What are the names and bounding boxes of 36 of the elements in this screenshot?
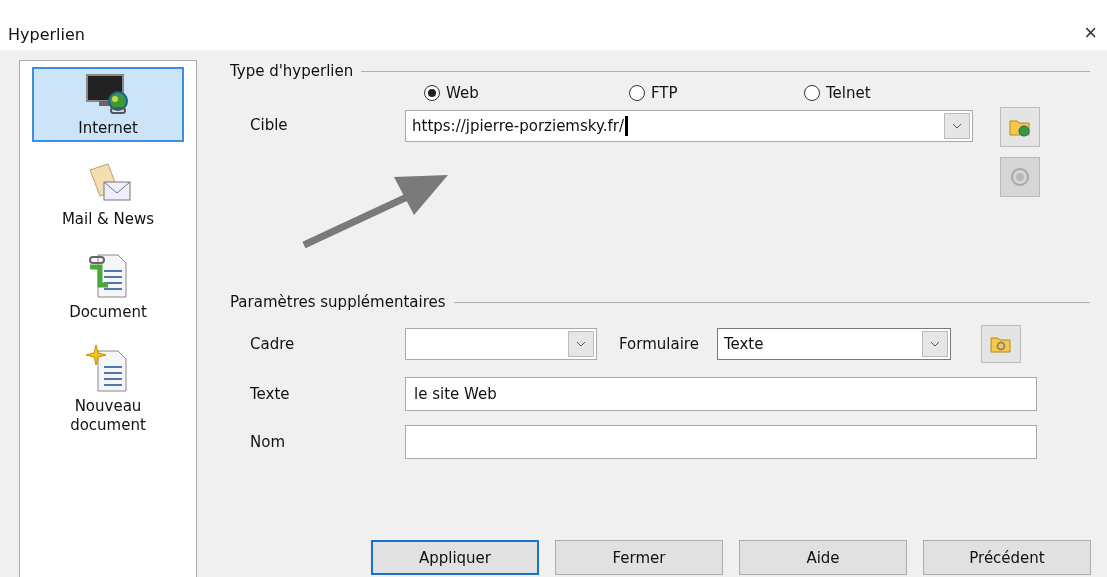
sidebar-item[interactable]: Internet [32, 67, 184, 142]
radio-option[interactable]: Telnet [804, 84, 1009, 102]
target-icon [1010, 167, 1030, 187]
section-heading: Type d'hyperlien [230, 62, 354, 80]
caret-icon [929, 341, 940, 347]
field-label: Formulaire [619, 335, 699, 353]
dialog-button[interactable]: Fermer [555, 540, 723, 575]
radio-option[interactable]: Web [424, 84, 629, 102]
caret-icon [952, 123, 962, 129]
form-combo[interactable]: Texte [716, 328, 951, 360]
field-label: Cadre [249, 335, 296, 353]
sidebar-item[interactable]: Nouveau document [32, 339, 184, 439]
folder-gear-icon [989, 334, 1012, 354]
dialog-button[interactable]: Appliquer [371, 540, 539, 575]
open-folder-button[interactable] [1000, 107, 1040, 147]
field-label: Texte [249, 385, 291, 403]
radio-option[interactable]: FTP [629, 84, 804, 102]
caret-icon [576, 341, 586, 347]
name-field[interactable] [405, 425, 1037, 459]
text-field[interactable]: le site Web [405, 377, 1037, 411]
field-label: Nom [249, 433, 286, 451]
url-combo[interactable]: https://jpierre-porziemsky.fr/ [405, 110, 973, 142]
folder-settings-button[interactable] [980, 325, 1021, 363]
window-title: Hyperlien [8, 25, 85, 44]
monitor-globe-icon [85, 73, 131, 115]
sidebar-item[interactable]: Document [32, 246, 184, 326]
frame-combo[interactable] [405, 328, 597, 360]
folder-globe-icon [1009, 117, 1031, 137]
field-label: Cible [249, 116, 289, 134]
sidebar-item[interactable]: Mail & News [32, 155, 184, 233]
dialog-button[interactable]: Précédent [923, 540, 1091, 575]
close-button[interactable]: × [1078, 22, 1103, 44]
new-document-icon [86, 345, 130, 394]
linked-document-icon [86, 252, 130, 299]
section-heading: Paramètres supplémentaires [230, 293, 446, 311]
dialog-button[interactable]: Aide [739, 540, 907, 575]
